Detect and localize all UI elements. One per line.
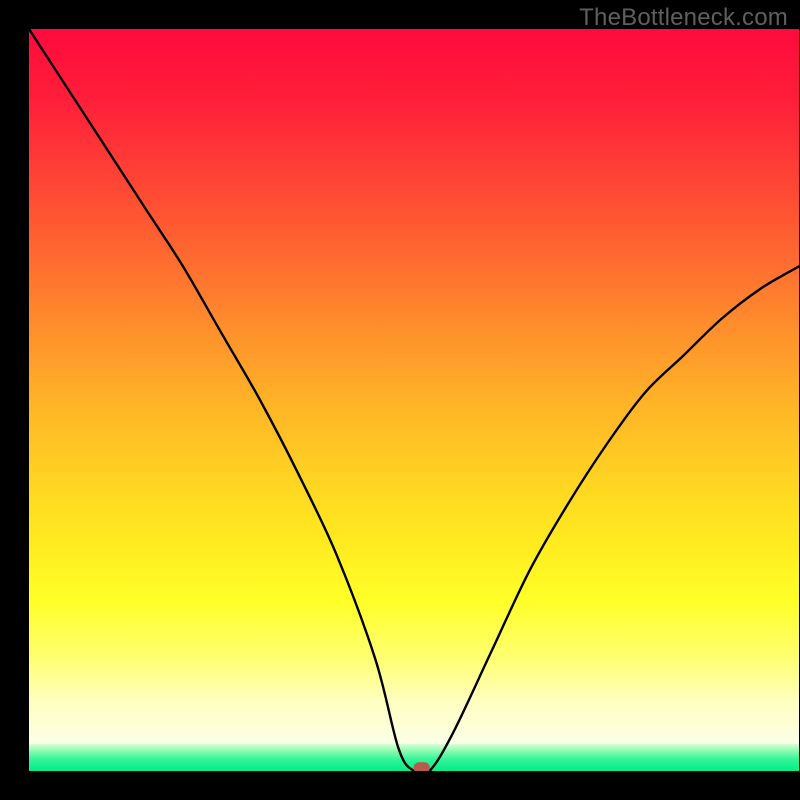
chart-frame: TheBottleneck.com xyxy=(0,0,800,800)
bottleneck-curve xyxy=(29,29,799,771)
watermark-text: TheBottleneck.com xyxy=(579,4,788,32)
optimal-marker xyxy=(414,762,430,771)
plot-area xyxy=(29,29,799,771)
curve-layer xyxy=(29,29,799,771)
